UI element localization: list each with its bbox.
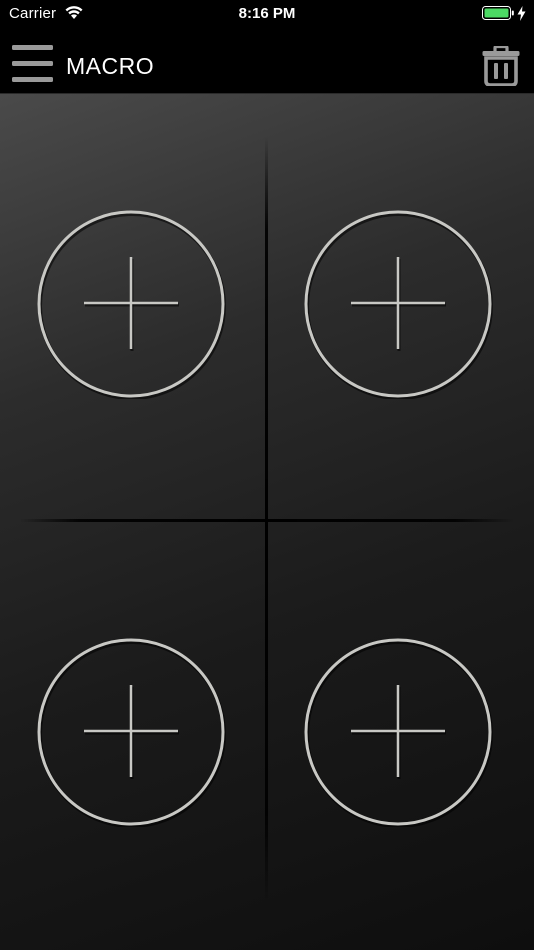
- macro-slot-3[interactable]: [36, 637, 226, 827]
- battery-icon: [482, 6, 515, 25]
- macro-pad-area: [0, 94, 534, 950]
- horizontal-divider: [20, 519, 514, 522]
- menu-button[interactable]: [12, 45, 54, 83]
- trash-icon: [482, 44, 520, 87]
- delete-button[interactable]: [482, 44, 520, 87]
- plus-circle-icon: [304, 638, 493, 827]
- status-time: 8:16 PM: [238, 5, 296, 22]
- charging-bolt-icon: [517, 6, 526, 25]
- macro-slot-2[interactable]: [303, 209, 493, 399]
- page-title: MACRO: [66, 53, 155, 79]
- status-bar: Carrier 8:16 PM: [0, 0, 534, 28]
- macro-slot-4[interactable]: [303, 637, 493, 827]
- plus-circle-icon: [37, 210, 226, 399]
- plus-circle-icon: [304, 210, 493, 399]
- navigation-bar: MACRO: [0, 28, 534, 94]
- plus-circle-icon: [37, 638, 226, 827]
- hamburger-menu-icon: [12, 45, 53, 82]
- macro-slot-1[interactable]: [36, 209, 226, 399]
